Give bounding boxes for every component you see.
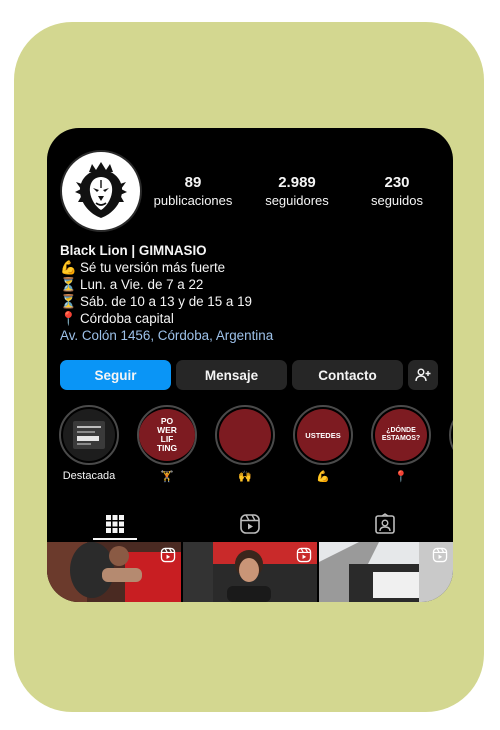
reels-icon <box>160 547 176 563</box>
highlight-item[interactable] <box>447 405 453 465</box>
reels-icon <box>432 547 448 563</box>
profile-stats: 89 publicaciones 2.989 seguidores 230 se… <box>147 174 453 209</box>
highlight-ring: USTEDES <box>293 405 353 465</box>
following-count: 230 <box>384 174 410 191</box>
story-highlights: Destacada PO WER LIF TING 🏋 🙌 USTEDES 💪 <box>57 405 453 485</box>
hourglass-icon: ⏳ <box>60 277 77 292</box>
followers-label: seguidores <box>265 193 329 208</box>
document-thumbnail-icon <box>73 421 105 449</box>
posts-grid <box>47 542 453 602</box>
highlight-item[interactable]: Destacada <box>57 405 121 482</box>
profile-name: Black Lion | GIMNASIO <box>60 243 207 258</box>
bio-text: Córdoba capital <box>80 311 174 326</box>
bio-text: Sáb. de 10 a 13 y de 15 a 19 <box>80 294 252 309</box>
reels-icon <box>296 547 312 563</box>
profile-avatar[interactable] <box>60 150 142 232</box>
stat-following[interactable]: 230 seguidos <box>355 174 439 209</box>
highlight-ring <box>215 405 275 465</box>
post-thumbnail[interactable] <box>183 542 317 602</box>
tab-tagged[interactable] <box>318 508 453 540</box>
bio-text: Sé tu versión más fuerte <box>80 260 226 275</box>
stat-followers[interactable]: 2.989 seguidores <box>239 174 355 209</box>
highlight-ring <box>449 405 453 465</box>
follow-button[interactable]: Seguir <box>60 360 171 390</box>
location-pin-icon: 📍 <box>60 311 77 326</box>
bio-line: 📍 Córdoba capital <box>60 310 443 327</box>
highlight-label: Destacada <box>62 470 116 482</box>
reels-icon <box>240 514 260 534</box>
highlight-item[interactable]: ¿DÓNDE ESTAMOS? 📍 <box>369 405 433 483</box>
highlight-cover-text: ¿DÓNDE ESTAMOS? <box>381 427 421 442</box>
bio-text: Lun. a Vie. de 7 a 22 <box>80 277 204 292</box>
action-buttons: Seguir Mensaje Contacto <box>60 360 438 390</box>
highlight-ring: ¿DÓNDE ESTAMOS? <box>371 405 431 465</box>
highlight-label: 📍 <box>394 471 408 483</box>
highlight-label: 🙌 <box>238 471 252 483</box>
profile-tabs <box>47 508 453 540</box>
post-thumbnail[interactable] <box>319 542 453 602</box>
lion-logo-icon <box>63 153 139 229</box>
tab-reels[interactable] <box>182 508 317 540</box>
highlight-cover-text: PO WER LIF TING <box>156 416 178 453</box>
highlight-cover-text: USTEDES <box>305 430 341 440</box>
highlight-item[interactable]: PO WER LIF TING 🏋 <box>135 405 199 483</box>
highlight-cover <box>219 409 271 461</box>
posts-label: publicaciones <box>153 193 233 208</box>
bio-line: ⏳ Lun. a Vie. de 7 a 22 <box>60 276 443 293</box>
highlight-label: 💪 <box>316 471 330 483</box>
suggest-people-button[interactable] <box>408 360 438 390</box>
highlight-item[interactable]: USTEDES 💪 <box>291 405 355 483</box>
address-link[interactable]: Av. Colón 1456, Córdoba, Argentina <box>60 327 443 344</box>
posts-count: 89 <box>184 174 202 191</box>
highlight-item[interactable]: 🙌 <box>213 405 277 483</box>
add-person-icon <box>415 368 431 382</box>
highlight-cover: ¿DÓNDE ESTAMOS? <box>375 409 427 461</box>
hourglass-icon: ⏳ <box>60 294 77 309</box>
message-button[interactable]: Mensaje <box>176 360 287 390</box>
highlight-label: 🏋 <box>160 471 174 483</box>
grid-icon <box>105 515 124 533</box>
highlight-ring <box>59 405 119 465</box>
bio-line: 💪 Sé tu versión más fuerte <box>60 259 443 276</box>
tab-posts-grid[interactable] <box>47 508 182 540</box>
stat-posts[interactable]: 89 publicaciones <box>147 174 239 209</box>
profile-bio: Black Lion | GIMNASIO 💪 Sé tu versión más… <box>60 242 443 344</box>
followers-count: 2.989 <box>278 174 316 191</box>
tagged-icon <box>375 513 396 534</box>
post-thumbnail[interactable] <box>47 542 181 602</box>
highlight-cover <box>63 409 115 461</box>
profile-screen: 89 publicaciones 2.989 seguidores 230 se… <box>47 128 453 602</box>
highlight-ring: PO WER LIF TING <box>137 405 197 465</box>
flexed-biceps-icon: 💪 <box>60 260 77 275</box>
highlight-cover: PO WER LIF TING <box>139 409 195 461</box>
contact-button[interactable]: Contacto <box>292 360 403 390</box>
highlight-cover: USTEDES <box>297 409 349 461</box>
following-label: seguidos <box>370 193 424 208</box>
bio-line: ⏳ Sáb. de 10 a 13 y de 15 a 19 <box>60 293 443 310</box>
